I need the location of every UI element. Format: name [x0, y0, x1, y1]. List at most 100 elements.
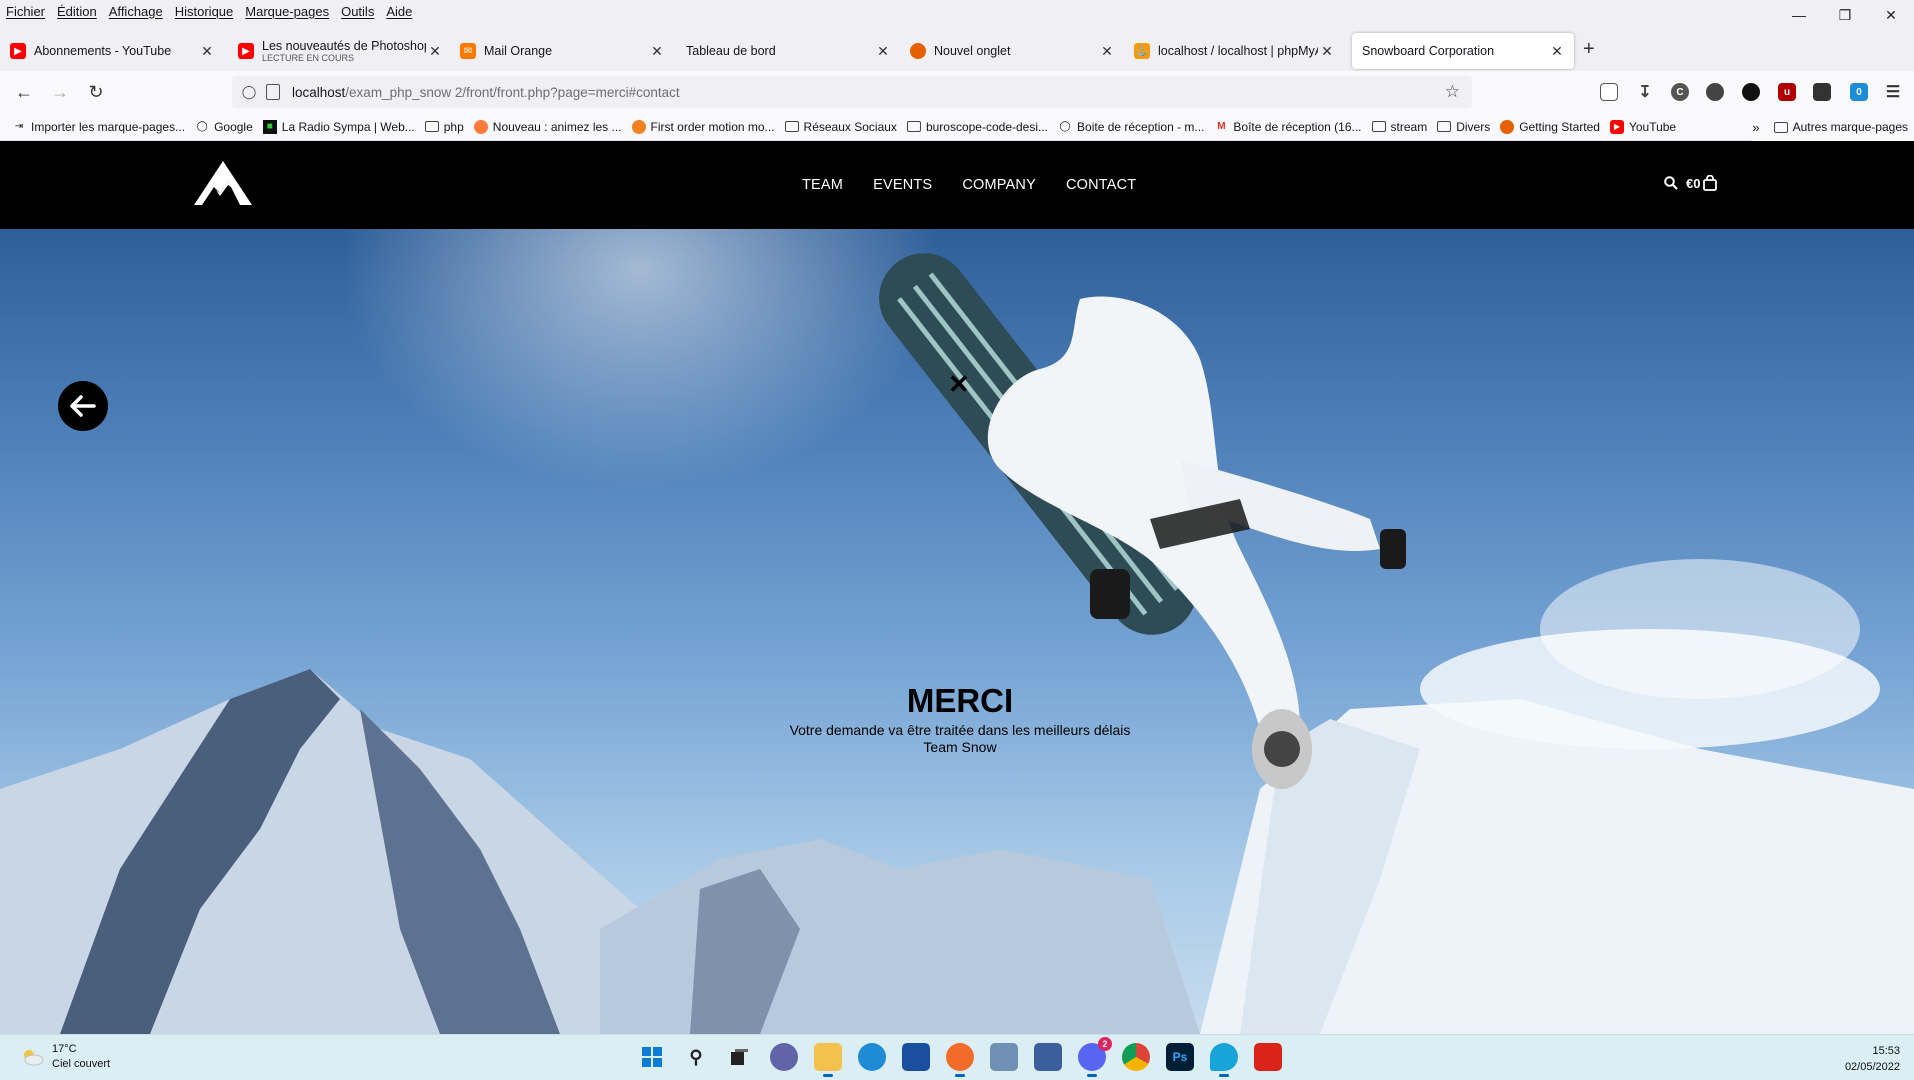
taskbar-apps: ⚲ 2 Ps: [638, 1037, 1298, 1077]
pocket-icon[interactable]: [1600, 83, 1618, 101]
menu-aide[interactable]: Aide: [386, 4, 412, 19]
nav-events-link[interactable]: EVENTS: [873, 177, 932, 193]
photos-icon[interactable]: [990, 1043, 1018, 1071]
menu-affichage[interactable]: Affichage: [109, 4, 163, 19]
store-icon[interactable]: [902, 1043, 930, 1071]
bookmark-getting-started[interactable]: Getting Started: [1500, 119, 1600, 134]
chrome-icon[interactable]: [1122, 1043, 1150, 1071]
bookmark-nouveau[interactable]: Nouveau : animez les ...: [473, 119, 622, 134]
edge-icon[interactable]: [858, 1043, 886, 1071]
bookmark-first-order[interactable]: First order motion mo...: [631, 119, 775, 134]
bookmark-gmail[interactable]: M Boîte de réception (16...: [1214, 120, 1361, 134]
tab-youtube-abonnements[interactable]: ▶ Abonnements - YouTube ✕: [0, 33, 224, 69]
restore-icon[interactable]: ❐: [1822, 0, 1868, 30]
extension-record-icon[interactable]: [1706, 83, 1724, 101]
app-drop-icon[interactable]: [1210, 1043, 1238, 1077]
tab-tableau-de-bord[interactable]: Tableau de bord ✕: [676, 33, 900, 69]
extension-shield-icon[interactable]: [1813, 83, 1831, 101]
discord-badge: 2: [1098, 1037, 1112, 1051]
close-icon[interactable]: ✕: [948, 369, 970, 400]
minimize-icon[interactable]: —: [1776, 0, 1822, 30]
photoshop-icon[interactable]: Ps: [1166, 1043, 1194, 1071]
close-tab-icon[interactable]: ✕: [1318, 43, 1336, 60]
bookmark-google[interactable]: ◯ Google: [195, 120, 252, 134]
weather-condition: Ciel couvert: [52, 1058, 111, 1070]
firefox-icon[interactable]: [946, 1043, 974, 1077]
url-path: /exam_php_snow 2/front/front.php?page=me…: [345, 84, 680, 100]
youtube-icon: ▶: [1609, 119, 1624, 134]
close-window-icon[interactable]: ✕: [1868, 0, 1914, 30]
close-tab-icon[interactable]: ✕: [648, 43, 666, 60]
globe-icon: ◯: [196, 121, 208, 132]
close-tab-icon[interactable]: ✕: [1548, 43, 1566, 60]
close-tab-icon[interactable]: ✕: [874, 43, 892, 60]
nav-team-link[interactable]: TEAM: [802, 177, 843, 193]
acrobat-icon[interactable]: [1254, 1043, 1282, 1071]
site-header: TEAM EVENTS COMPANY CONTACT €0: [0, 141, 1914, 229]
bookmark-boite-reception[interactable]: ◯ Boite de réception - m...: [1058, 120, 1204, 134]
menu-bar: Fichier Édition Affichage Historique Mar…: [0, 0, 1914, 22]
firefox-icon: [910, 43, 926, 59]
bookmark-import[interactable]: ⇥ Importer les marque-pages...: [12, 120, 185, 134]
tab-photoshop[interactable]: ▶ Les nouveautés de Photoshop C LECTURE E…: [228, 33, 452, 69]
address-bar[interactable]: ◯ localhost/exam_php_snow 2/front/front.…: [232, 76, 1472, 108]
menu-marque-pages[interactable]: Marque-pages: [245, 4, 329, 19]
teams-chat-icon[interactable]: [770, 1043, 798, 1071]
tab-phpmyadmin[interactable]: ⚓ localhost / localhost | phpMyAc ✕: [1124, 33, 1344, 69]
tab-strip: ▶ Abonnements - YouTube ✕ ▶ Les nouveaut…: [0, 30, 1914, 71]
close-tab-icon[interactable]: ✕: [198, 43, 216, 60]
menu-hamburger-icon[interactable]: ☰: [1884, 83, 1902, 101]
system-clock[interactable]: 15:53 02/05/2022: [1845, 1043, 1900, 1075]
bookmark-stream[interactable]: stream: [1371, 120, 1427, 134]
arrow-left-icon: [70, 395, 96, 417]
bookmark-php[interactable]: php: [424, 120, 464, 134]
menu-historique[interactable]: Historique: [175, 4, 234, 19]
menu-fichier[interactable]: Fichier: [6, 4, 45, 19]
search-icon[interactable]: [1664, 176, 1678, 190]
new-tab-icon[interactable]: +: [1583, 38, 1595, 61]
nav-contact-link[interactable]: CONTACT: [1066, 177, 1136, 193]
clock-time: 15:53: [1872, 1045, 1900, 1057]
back-icon[interactable]: ←: [12, 80, 36, 104]
menu-outils[interactable]: Outils: [341, 4, 374, 19]
task-view-icon[interactable]: [726, 1043, 754, 1071]
page-info-icon[interactable]: [266, 84, 280, 100]
close-tab-icon[interactable]: ✕: [1098, 43, 1116, 60]
ublock-icon[interactable]: u: [1778, 83, 1796, 101]
tab-snowboard-corporation[interactable]: Snowboard Corporation ✕: [1352, 33, 1574, 69]
chevron-double-right-icon[interactable]: »: [1752, 120, 1759, 135]
reload-icon[interactable]: ↻: [84, 80, 108, 104]
youtube-icon: ▶: [238, 43, 254, 59]
bookmark-star-icon[interactable]: ☆: [1445, 82, 1460, 102]
mountain-logo-icon[interactable]: [194, 161, 252, 205]
bookmark-buroscope[interactable]: buroscope-code-desi...: [906, 120, 1048, 134]
bookmark-divers[interactable]: Divers: [1437, 120, 1490, 134]
firefox-icon: [1500, 119, 1515, 134]
shopping-bag-icon[interactable]: [1703, 175, 1718, 191]
menu-edition[interactable]: Édition: [57, 4, 97, 19]
bookmark-reseaux-sociaux[interactable]: Réseaux Sociaux: [784, 120, 897, 134]
tab-nouvel-onglet[interactable]: Nouvel onglet ✕: [900, 33, 1124, 69]
bookmark-youtube[interactable]: ▶ YouTube: [1609, 119, 1676, 134]
extension-c-icon[interactable]: C: [1671, 83, 1689, 101]
tracking-shield-icon[interactable]: ◯: [240, 84, 258, 100]
weather-widget[interactable]: 17°C Ciel couvert: [20, 1042, 110, 1072]
download-icon[interactable]: ↧: [1636, 83, 1654, 101]
discord-icon[interactable]: 2: [1078, 1037, 1112, 1077]
file-explorer-icon[interactable]: [814, 1043, 842, 1077]
app-icon[interactable]: [1034, 1043, 1062, 1071]
site-icon: [631, 119, 646, 134]
forward-icon[interactable]: →: [48, 80, 72, 104]
extension-badge-icon[interactable]: 0: [1850, 83, 1868, 101]
url-text[interactable]: localhost/exam_php_snow 2/front/front.ph…: [292, 85, 680, 100]
extension-dark-icon[interactable]: [1742, 83, 1760, 101]
back-arrow-button[interactable]: [58, 381, 108, 431]
search-icon[interactable]: ⚲: [682, 1043, 710, 1071]
bookmark-autres[interactable]: Autres marque-pages: [1773, 120, 1908, 134]
cart-total[interactable]: €0: [1686, 176, 1700, 191]
nav-company-link[interactable]: COMPANY: [962, 177, 1036, 193]
tab-mail-orange[interactable]: ✉ Mail Orange ✕: [450, 33, 674, 69]
windows-start-icon[interactable]: [638, 1043, 666, 1071]
close-tab-icon[interactable]: ✕: [426, 43, 444, 60]
bookmark-radio[interactable]: ■ La Radio Sympa | Web...: [262, 119, 415, 134]
